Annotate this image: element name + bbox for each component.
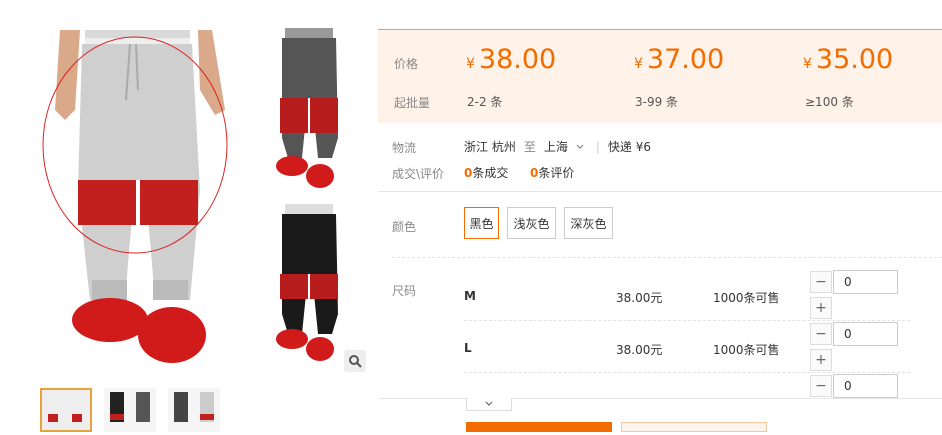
divider-line — [378, 398, 942, 399]
color-option-dark-gray[interactable]: 深灰色 — [564, 207, 613, 239]
side-image-dark-gray[interactable] — [260, 28, 350, 193]
ship-from: 浙江 杭州 — [464, 140, 516, 154]
side-image-black[interactable] — [260, 204, 350, 369]
thumbnail-3[interactable] — [168, 388, 220, 432]
price-value: 38.00 — [478, 44, 557, 75]
color-option-black[interactable]: 黑色 — [464, 207, 499, 239]
divider-line — [392, 257, 942, 258]
size-price: 38.00元 — [616, 291, 663, 305]
divider: | — [595, 139, 600, 154]
chevron-down-icon — [485, 401, 493, 406]
batch-label: 起批量 — [394, 96, 431, 110]
destination-select[interactable]: 上海 — [544, 138, 584, 155]
decrease-button[interactable]: − — [810, 375, 832, 397]
chevron-down-icon — [576, 144, 584, 149]
price-tier-3: ¥35.00 — [803, 44, 893, 75]
expand-toggle[interactable] — [466, 398, 512, 411]
tier-qty: ≥100 条 — [805, 95, 854, 109]
increase-button[interactable]: + — [810, 297, 832, 319]
deal-text: 条成交 — [472, 166, 509, 180]
size-stock: 1000条可售 — [713, 343, 780, 357]
price-label: 价格 — [394, 57, 419, 71]
currency-symbol: ¥ — [466, 56, 475, 72]
tier-qty: 2-2 条 — [467, 95, 503, 109]
express-fee: 快递 ¥6 — [607, 140, 651, 154]
tier-qty: 3-99 条 — [635, 95, 679, 109]
price-value: 37.00 — [646, 44, 725, 75]
zoom-button[interactable] — [344, 350, 366, 372]
deals-label: 成交\评价 — [392, 167, 445, 181]
thumbnail-image — [42, 390, 90, 430]
buy-now-button[interactable] — [466, 422, 612, 432]
thumbnail-1[interactable] — [40, 388, 92, 432]
currency-symbol: ¥ — [803, 56, 812, 72]
row-divider — [464, 372, 910, 373]
deals-row: 0条成交 0条评价 — [464, 164, 574, 181]
increase-button[interactable]: + — [810, 349, 832, 371]
color-option-light-gray[interactable]: 浅灰色 — [507, 207, 556, 239]
destination-value: 上海 — [543, 140, 568, 154]
size-price: 38.00元 — [616, 343, 663, 357]
main-product-image[interactable] — [40, 30, 230, 370]
quantity-input[interactable]: 0 — [833, 270, 898, 294]
size-name: L — [464, 341, 472, 355]
decrease-button[interactable]: − — [810, 323, 832, 345]
add-to-cart-button[interactable] — [621, 422, 767, 432]
quantity-input[interactable]: 0 — [833, 374, 898, 398]
row-divider — [464, 320, 910, 321]
logistics-row: 浙江 杭州 至 上海 | 快递 ¥6 — [464, 138, 651, 155]
price-tier-2: ¥37.00 — [634, 44, 724, 75]
thumbnail-image — [168, 388, 220, 432]
size-stock: 1000条可售 — [713, 291, 780, 305]
price-value: 35.00 — [815, 44, 894, 75]
logistics-label: 物流 — [392, 141, 417, 155]
quantity-input[interactable]: 0 — [833, 322, 898, 346]
color-label: 颜色 — [392, 220, 417, 234]
search-icon — [349, 355, 362, 368]
thumbnail-2[interactable] — [104, 388, 156, 432]
decrease-button[interactable]: − — [810, 271, 832, 293]
to-word: 至 — [523, 140, 536, 154]
review-text: 条评价 — [538, 166, 575, 180]
size-name: M — [464, 289, 476, 303]
currency-symbol: ¥ — [634, 56, 643, 72]
divider-line — [378, 191, 942, 192]
price-tier-1: ¥38.00 — [466, 44, 556, 75]
size-label: 尺码 — [392, 284, 417, 298]
thumbnail-image — [104, 388, 156, 432]
